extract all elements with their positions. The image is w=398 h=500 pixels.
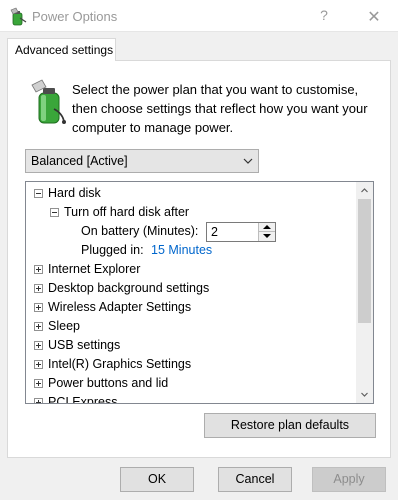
collapse-icon[interactable] (34, 189, 43, 198)
tab-advanced-settings[interactable]: Advanced settings (7, 38, 116, 61)
tree-item-intel-graphics[interactable]: Intel(R) Graphics Settings (26, 355, 356, 374)
tree-item-on-battery: On battery (Minutes): (81, 224, 199, 238)
chevron-down-icon (361, 392, 368, 397)
expand-icon[interactable] (34, 398, 43, 403)
power-plan-select[interactable]: Balanced [Active] (25, 149, 259, 173)
scroll-up-button[interactable] (356, 182, 373, 199)
intro-text: Select the power plan that you want to c… (72, 82, 368, 135)
tree-scrollbar[interactable] (356, 182, 373, 403)
plugged-in-value-link[interactable]: 15 Minutes (151, 241, 212, 260)
tree-item-sleep[interactable]: Sleep (26, 317, 356, 336)
expand-icon[interactable] (34, 360, 43, 369)
scroll-down-button[interactable] (356, 386, 373, 403)
spin-down-button[interactable] (259, 232, 275, 241)
cancel-button[interactable]: Cancel (218, 467, 292, 492)
collapse-icon[interactable] (50, 208, 59, 217)
tree-item-pci-express[interactable]: PCI Express (26, 393, 356, 403)
battery-icon (31, 79, 66, 124)
ok-button[interactable]: OK (120, 467, 194, 492)
chevron-up-icon (361, 188, 368, 193)
help-button[interactable]: ? (316, 7, 332, 25)
title-bar: Power Options ? ✕ (0, 0, 398, 32)
on-battery-minutes-stepper[interactable]: 2 (206, 222, 276, 242)
tree-item-usb-settings[interactable]: USB settings (26, 336, 356, 355)
window-title: Power Options (32, 9, 118, 24)
tree-item-turn-off-hard-disk[interactable]: Turn off hard disk after (26, 203, 356, 222)
apply-button[interactable]: Apply (312, 467, 386, 492)
arrow-up-icon (263, 225, 271, 229)
expand-icon[interactable] (34, 303, 43, 312)
expand-icon[interactable] (34, 322, 43, 331)
scroll-thumb[interactable] (358, 199, 371, 323)
tree-item-power-buttons[interactable]: Power buttons and lid (26, 374, 356, 393)
power-plan-value: Balanced [Active] (31, 154, 128, 168)
tab-label: Advanced settings (15, 43, 114, 57)
power-options-icon (10, 7, 27, 26)
tree-item-plugged-in: Plugged in: 15 Minutes (26, 241, 356, 260)
expand-icon[interactable] (34, 379, 43, 388)
tree-item-desktop-background[interactable]: Desktop background settings (26, 279, 356, 298)
on-battery-value: 2 (211, 225, 218, 239)
tree-item-wireless-adapter[interactable]: Wireless Adapter Settings (26, 298, 356, 317)
spin-up-button[interactable] (259, 223, 275, 232)
chevron-down-icon (243, 158, 253, 164)
expand-icon[interactable] (34, 265, 43, 274)
close-button[interactable]: ✕ (364, 7, 384, 26)
expand-icon[interactable] (34, 341, 43, 350)
expand-icon[interactable] (34, 284, 43, 293)
advanced-settings-panel: Select the power plan that you want to c… (7, 60, 391, 458)
restore-plan-defaults-button[interactable]: Restore plan defaults (204, 413, 376, 438)
arrow-down-icon (263, 234, 271, 238)
tree-item-internet-explorer[interactable]: Internet Explorer (26, 260, 356, 279)
settings-tree[interactable]: Hard disk Turn off hard disk after On ba… (25, 181, 374, 404)
tree-item-hard-disk[interactable]: Hard disk (26, 184, 356, 203)
